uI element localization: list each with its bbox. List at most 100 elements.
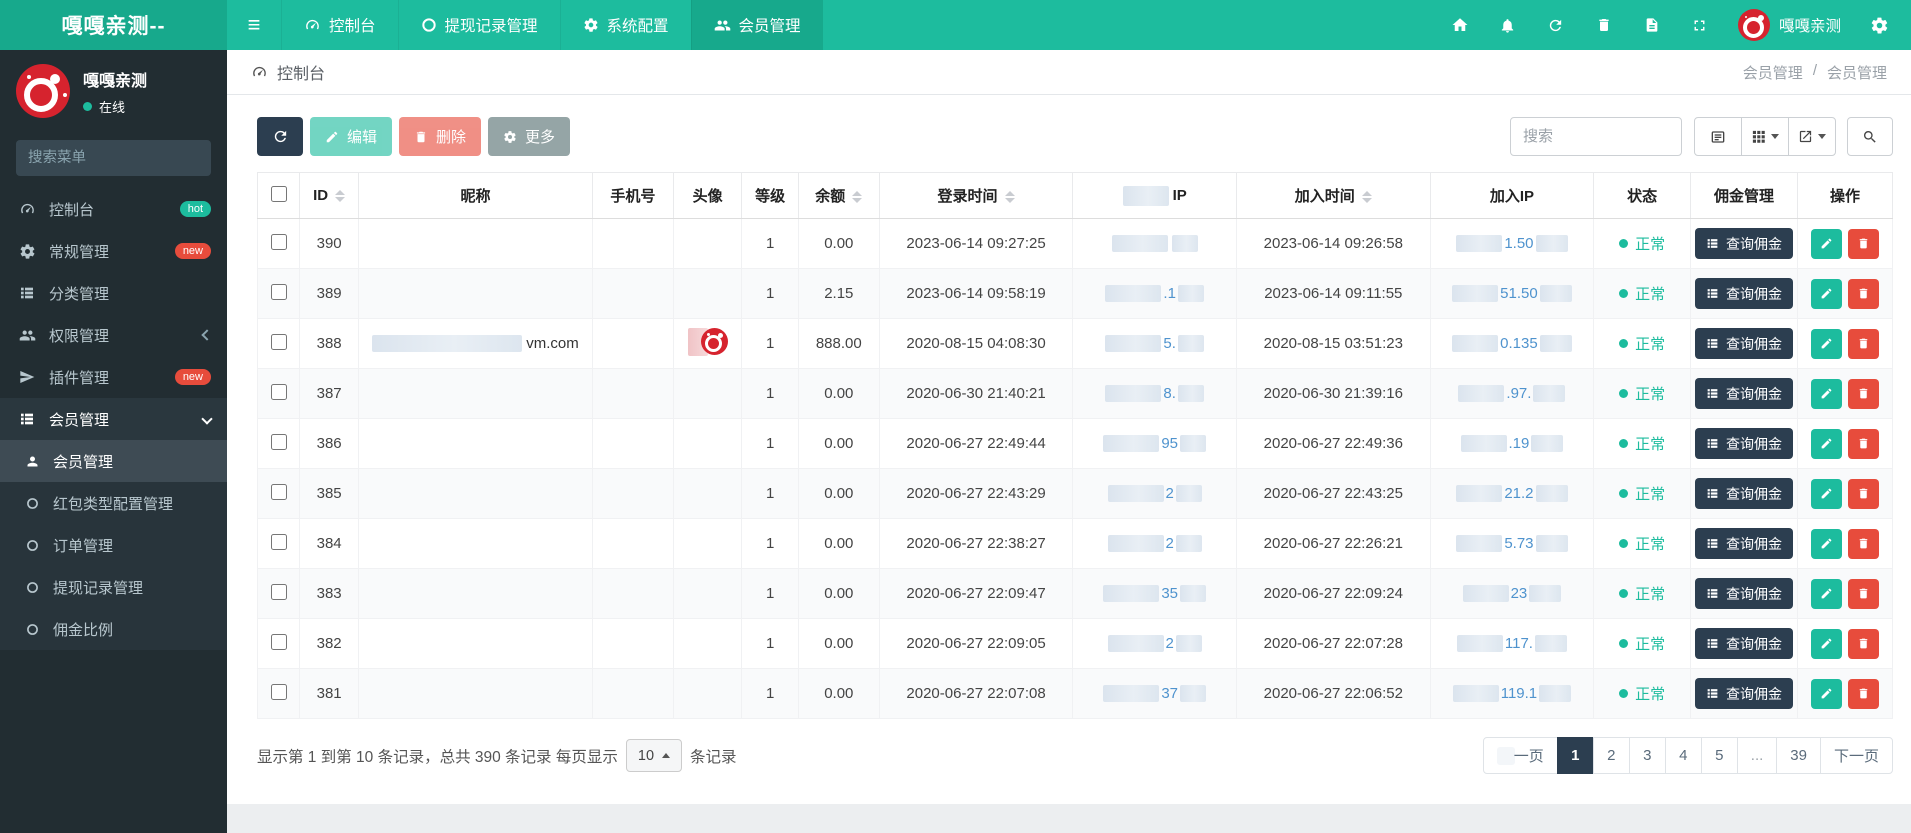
cell-login-time: 2020-06-27 22:09:47 xyxy=(878,568,1074,619)
sidebar-item-dashboard[interactable]: 控制台 hot xyxy=(0,188,227,230)
row-checkbox[interactable] xyxy=(270,383,287,400)
select-all-checkbox[interactable] xyxy=(270,185,287,202)
row-delete-button[interactable] xyxy=(1848,228,1880,259)
nav-item-members[interactable]: 会员管理 xyxy=(690,0,823,50)
table-search-input[interactable] xyxy=(1510,117,1682,156)
submenu-item-withdraw-records[interactable]: 提现记录管理 xyxy=(0,566,227,608)
sidebar-item-members[interactable]: 会员管理 xyxy=(0,398,227,440)
trash-icon[interactable] xyxy=(1584,0,1624,50)
submenu-item-orders[interactable]: 订单管理 xyxy=(0,524,227,566)
brand-logo: 嘎嘎亲测-- xyxy=(0,0,227,50)
sidebar-search-input[interactable] xyxy=(16,140,211,176)
sidebar-toggle-button[interactable]: ≡ xyxy=(227,0,281,50)
pagination-page-39[interactable]: 39 xyxy=(1776,737,1821,774)
row-edit-button[interactable] xyxy=(1811,228,1843,259)
row-checkbox[interactable] xyxy=(270,683,287,700)
pagination-next[interactable]: 下一页 xyxy=(1819,737,1893,774)
row-delete-button[interactable] xyxy=(1848,328,1880,359)
row-edit-button[interactable] xyxy=(1811,328,1843,359)
row-delete-button[interactable] xyxy=(1848,278,1880,309)
row-checkbox[interactable] xyxy=(270,333,287,350)
pagination-page-3[interactable]: 3 xyxy=(1628,737,1666,774)
row-edit-button[interactable] xyxy=(1811,578,1843,609)
query-commission-button[interactable]: 查询佣金 xyxy=(1695,428,1794,459)
cell-avatar xyxy=(672,418,743,469)
row-checkbox[interactable] xyxy=(270,533,287,550)
edit-button[interactable]: 编辑 xyxy=(310,117,393,156)
nav-item-system-config[interactable]: 系统配置 xyxy=(559,0,691,50)
pagination-page-1[interactable]: 1 xyxy=(1556,737,1594,774)
detail-view-button[interactable] xyxy=(1694,117,1742,156)
sidebar-item-permissions[interactable]: 权限管理 xyxy=(0,314,227,356)
pagination-page-5[interactable]: 5 xyxy=(1700,737,1738,774)
table-row: 381 1 0.00 2020-06-27 22:07:08 37 2020-0… xyxy=(256,668,1893,719)
row-delete-button[interactable] xyxy=(1848,678,1880,709)
nav-item-withdraw-records[interactable]: 提现记录管理 xyxy=(397,0,560,50)
page-size-select[interactable]: 10 xyxy=(625,739,683,772)
delete-button[interactable]: 删除 xyxy=(399,117,482,156)
header-join-time[interactable]: 加入时间 xyxy=(1235,172,1431,219)
query-commission-button[interactable]: 查询佣金 xyxy=(1695,478,1794,509)
query-commission-button[interactable]: 查询佣金 xyxy=(1695,528,1794,559)
row-edit-button[interactable] xyxy=(1811,528,1843,559)
sidebar-item-plugins[interactable]: 插件管理 new xyxy=(0,356,227,398)
circle-icon xyxy=(421,17,437,33)
row-delete-button[interactable] xyxy=(1848,528,1880,559)
query-commission-button[interactable]: 查询佣金 xyxy=(1695,578,1794,609)
bell-icon[interactable] xyxy=(1488,0,1528,50)
expand-icon[interactable] xyxy=(1680,0,1720,50)
row-delete-button[interactable] xyxy=(1848,478,1880,509)
submenu-item-member-management[interactable]: 会员管理 xyxy=(0,440,227,482)
submenu-item-commission-rate[interactable]: 佣金比例 xyxy=(0,608,227,650)
columns-button[interactable] xyxy=(1741,117,1789,156)
sidebar-item-general[interactable]: 常规管理 new xyxy=(0,230,227,272)
row-checkbox[interactable] xyxy=(270,633,287,650)
row-delete-button[interactable] xyxy=(1848,578,1880,609)
pagination-page-4[interactable]: 4 xyxy=(1664,737,1702,774)
query-commission-button[interactable]: 查询佣金 xyxy=(1695,678,1794,709)
row-edit-button[interactable] xyxy=(1811,628,1843,659)
refresh-icon[interactable] xyxy=(1536,0,1576,50)
submenu-item-redpacket-config[interactable]: 红包类型配置管理 xyxy=(0,482,227,524)
header-id[interactable]: ID xyxy=(299,172,359,219)
home-icon[interactable] xyxy=(1440,0,1480,50)
row-edit-button[interactable] xyxy=(1811,278,1843,309)
row-edit-button[interactable] xyxy=(1811,678,1843,709)
row-checkbox[interactable] xyxy=(270,433,287,450)
user-menu[interactable]: 嘎嘎亲测 xyxy=(1728,9,1851,41)
nav-item-dashboard[interactable]: 控制台 xyxy=(281,0,398,50)
pagination-prev[interactable]: 一页 xyxy=(1482,737,1558,774)
refresh-button[interactable] xyxy=(257,117,303,156)
row-delete-button[interactable] xyxy=(1848,628,1880,659)
row-delete-button[interactable] xyxy=(1848,378,1880,409)
cell-balance: 0.00 xyxy=(797,468,880,519)
row-edit-button[interactable] xyxy=(1811,378,1843,409)
row-delete-button[interactable] xyxy=(1848,428,1880,459)
nav-item-label: 会员管理 xyxy=(738,18,801,35)
query-commission-button[interactable]: 查询佣金 xyxy=(1695,328,1794,359)
search-button[interactable] xyxy=(1847,117,1893,156)
cell-join-time: 2023-06-14 09:11:55 xyxy=(1235,268,1431,319)
row-checkbox[interactable] xyxy=(270,583,287,600)
row-edit-button[interactable] xyxy=(1811,428,1843,459)
breadcrumb-parent[interactable]: 会员管理 xyxy=(1743,62,1803,83)
row-checkbox[interactable] xyxy=(270,483,287,500)
row-checkbox[interactable] xyxy=(270,283,287,300)
file-icon[interactable] xyxy=(1632,0,1672,50)
header-balance[interactable]: 余额 xyxy=(797,172,880,219)
query-commission-button[interactable]: 查询佣金 xyxy=(1695,378,1794,409)
redaction-block xyxy=(1539,285,1572,303)
row-edit-button[interactable] xyxy=(1811,478,1843,509)
header-login-time[interactable]: 登录时间 xyxy=(878,172,1074,219)
query-commission-button[interactable]: 查询佣金 xyxy=(1695,228,1794,259)
cogs-icon[interactable] xyxy=(1859,0,1899,50)
row-checkbox[interactable] xyxy=(270,233,287,250)
header-select-all[interactable] xyxy=(256,172,301,219)
cell-commission: 查询佣金 xyxy=(1690,568,1799,619)
query-commission-button[interactable]: 查询佣金 xyxy=(1695,278,1794,309)
sidebar-item-categories[interactable]: 分类管理 xyxy=(0,272,227,314)
export-button[interactable] xyxy=(1788,117,1836,156)
query-commission-button[interactable]: 查询佣金 xyxy=(1695,628,1794,659)
pagination-page-2[interactable]: 2 xyxy=(1592,737,1630,774)
more-button[interactable]: 更多 xyxy=(488,117,571,156)
